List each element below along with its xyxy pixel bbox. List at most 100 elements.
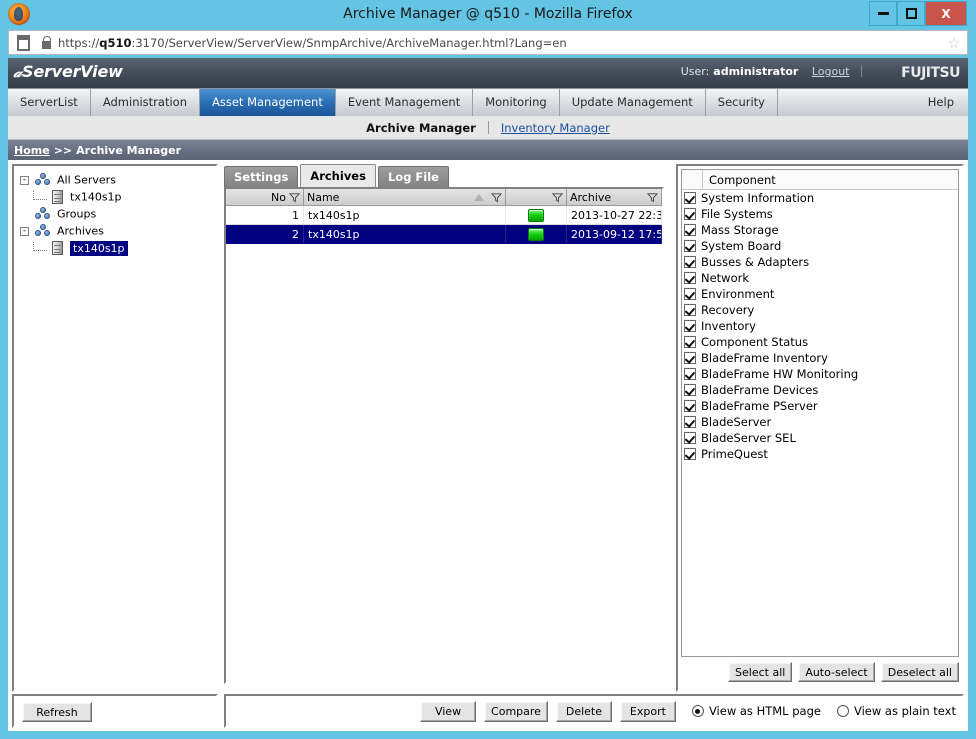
checkbox-checked-icon[interactable]	[684, 320, 696, 332]
list-item[interactable]: BladeFrame HW Monitoring	[682, 366, 958, 382]
expander-collapse-icon[interactable]: -	[20, 175, 29, 185]
logout-link[interactable]: Logout	[812, 65, 850, 78]
checkbox-checked-icon[interactable]	[684, 208, 696, 220]
menu-item-security[interactable]: Security	[706, 89, 778, 116]
url-input[interactable]: https://q510:3170/ServerView/ServerView/…	[56, 36, 941, 50]
fujitsu-logo: FUJITSU	[901, 65, 960, 81]
checkbox-checked-icon[interactable]	[684, 256, 696, 268]
auto-select-button[interactable]: Auto-select	[798, 662, 875, 682]
list-item[interactable]: BladeFrame Inventory	[682, 350, 958, 366]
checkbox-checked-icon[interactable]	[684, 416, 696, 428]
checkbox-checked-icon[interactable]	[684, 400, 696, 412]
url-bar[interactable]: https://q510:3170/ServerView/ServerView/…	[8, 30, 968, 55]
close-button[interactable]: X	[925, 1, 967, 26]
menu-item-administration[interactable]: Administration	[91, 89, 200, 116]
tree-node-all-servers[interactable]: - All Servers	[20, 171, 214, 188]
menu-item-serverlist[interactable]: ServerList	[8, 89, 91, 116]
checkbox-checked-icon[interactable]	[684, 432, 696, 444]
list-item[interactable]: Environment	[682, 286, 958, 302]
url-prefix: https://	[58, 35, 100, 50]
grid-header-no[interactable]: No	[226, 189, 304, 205]
component-list-header: Component	[682, 170, 958, 190]
table-row[interactable]: 2 tx140s1p 2013-09-12 17:53:10	[226, 225, 662, 244]
checkbox-checked-icon[interactable]	[684, 224, 696, 236]
filter-icon[interactable]	[647, 192, 658, 203]
tab-log-file[interactable]: Log File	[377, 166, 449, 187]
menu-item-asset-management[interactable]: Asset Management	[199, 89, 336, 116]
breadcrumb-home-link[interactable]: Home	[14, 144, 50, 157]
list-item[interactable]: Mass Storage	[682, 222, 958, 238]
checkbox-checked-icon[interactable]	[684, 272, 696, 284]
component-label: Environment	[701, 287, 775, 301]
expander-collapse-icon[interactable]: -	[20, 226, 29, 236]
filter-icon[interactable]	[552, 192, 563, 203]
menu-item-update-management[interactable]: Update Management	[560, 89, 706, 116]
window-titlebar: Archive Manager @ q510 - Mozilla Firefox…	[0, 0, 976, 28]
refresh-button[interactable]: Refresh	[22, 702, 92, 722]
checkbox-checked-icon[interactable]	[684, 240, 696, 252]
menu-item-monitoring[interactable]: Monitoring	[473, 89, 560, 116]
inventory-manager-link[interactable]: Inventory Manager	[501, 121, 610, 135]
list-item[interactable]: System Board	[682, 238, 958, 254]
component-label: BladeServer SEL	[701, 431, 796, 445]
tree-connector	[33, 241, 47, 251]
radio-selected-icon[interactable]	[691, 705, 704, 717]
filter-icon[interactable]	[289, 192, 300, 203]
list-item[interactable]: File Systems	[682, 206, 958, 222]
menu-item-help[interactable]: Help	[916, 89, 968, 116]
grid-header-archive[interactable]: Archive	[567, 189, 662, 205]
checkbox-checked-icon[interactable]	[684, 368, 696, 380]
serverview-logo: 𝒶ServerView	[12, 62, 123, 81]
tree-label: tx140s1p	[70, 190, 122, 204]
radio-label: View as HTML page	[708, 704, 821, 718]
radio-view-as-html[interactable]: View as HTML page	[691, 704, 821, 718]
filter-icon[interactable]	[491, 192, 502, 203]
tab-archives[interactable]: Archives	[300, 164, 376, 187]
checkbox-checked-icon[interactable]	[684, 288, 696, 300]
action-bar: View Compare Delete Export View as HTML …	[224, 694, 964, 728]
grid-header-status[interactable]	[506, 189, 567, 205]
radio-unselected-icon[interactable]	[836, 705, 849, 717]
checkbox-checked-icon[interactable]	[684, 336, 696, 348]
tree-node-archives[interactable]: - Archives	[20, 222, 214, 239]
list-item[interactable]: PrimeQuest	[682, 446, 958, 462]
tree-node-groups[interactable]: Groups	[20, 205, 214, 222]
checkbox-checked-icon[interactable]	[684, 384, 696, 396]
table-row[interactable]: 1 tx140s1p 2013-10-27 22:30:26	[226, 206, 662, 225]
list-item[interactable]: BladeServer	[682, 414, 958, 430]
maximize-button[interactable]	[897, 1, 925, 26]
export-button[interactable]: Export	[619, 700, 676, 722]
minimize-button[interactable]	[869, 1, 897, 26]
tree-node-tx140s1p-server[interactable]: tx140s1p	[20, 188, 214, 205]
list-item[interactable]: Busses & Adapters	[682, 254, 958, 270]
tree-node-tx140s1p-archive[interactable]: tx140s1p	[20, 239, 214, 256]
component-label: System Board	[701, 239, 782, 253]
tab-settings[interactable]: Settings	[224, 166, 299, 187]
bookmark-star-icon[interactable]: ☆	[941, 34, 967, 52]
list-item[interactable]: Inventory	[682, 318, 958, 334]
component-label: Mass Storage	[701, 223, 779, 237]
compare-button[interactable]: Compare	[484, 700, 548, 722]
checkbox-checked-icon[interactable]	[684, 192, 696, 204]
tree-label: Archives	[57, 224, 104, 238]
list-item[interactable]: Component Status	[682, 334, 958, 350]
checkbox-checked-icon[interactable]	[684, 304, 696, 316]
view-button[interactable]: View	[420, 700, 477, 722]
list-item[interactable]: Network	[682, 270, 958, 286]
checkbox-checked-icon[interactable]	[684, 448, 696, 460]
deselect-all-button[interactable]: Deselect all	[880, 662, 959, 682]
radio-view-as-plain-text[interactable]: View as plain text	[836, 704, 956, 718]
component-label: File Systems	[701, 207, 773, 221]
list-item[interactable]: Recovery	[682, 302, 958, 318]
list-item[interactable]: BladeFrame Devices	[682, 382, 958, 398]
grid-header-name[interactable]: Name	[304, 189, 506, 205]
list-item[interactable]: System Information	[682, 190, 958, 206]
list-item[interactable]: BladeServer SEL	[682, 430, 958, 446]
server-icon	[51, 241, 63, 255]
checkbox-checked-icon[interactable]	[684, 352, 696, 364]
list-item[interactable]: BladeFrame PServer	[682, 398, 958, 414]
menu-spacer	[778, 89, 916, 116]
delete-button[interactable]: Delete	[555, 700, 612, 722]
menu-item-event-management[interactable]: Event Management	[336, 89, 474, 116]
select-all-button[interactable]: Select all	[728, 662, 793, 682]
